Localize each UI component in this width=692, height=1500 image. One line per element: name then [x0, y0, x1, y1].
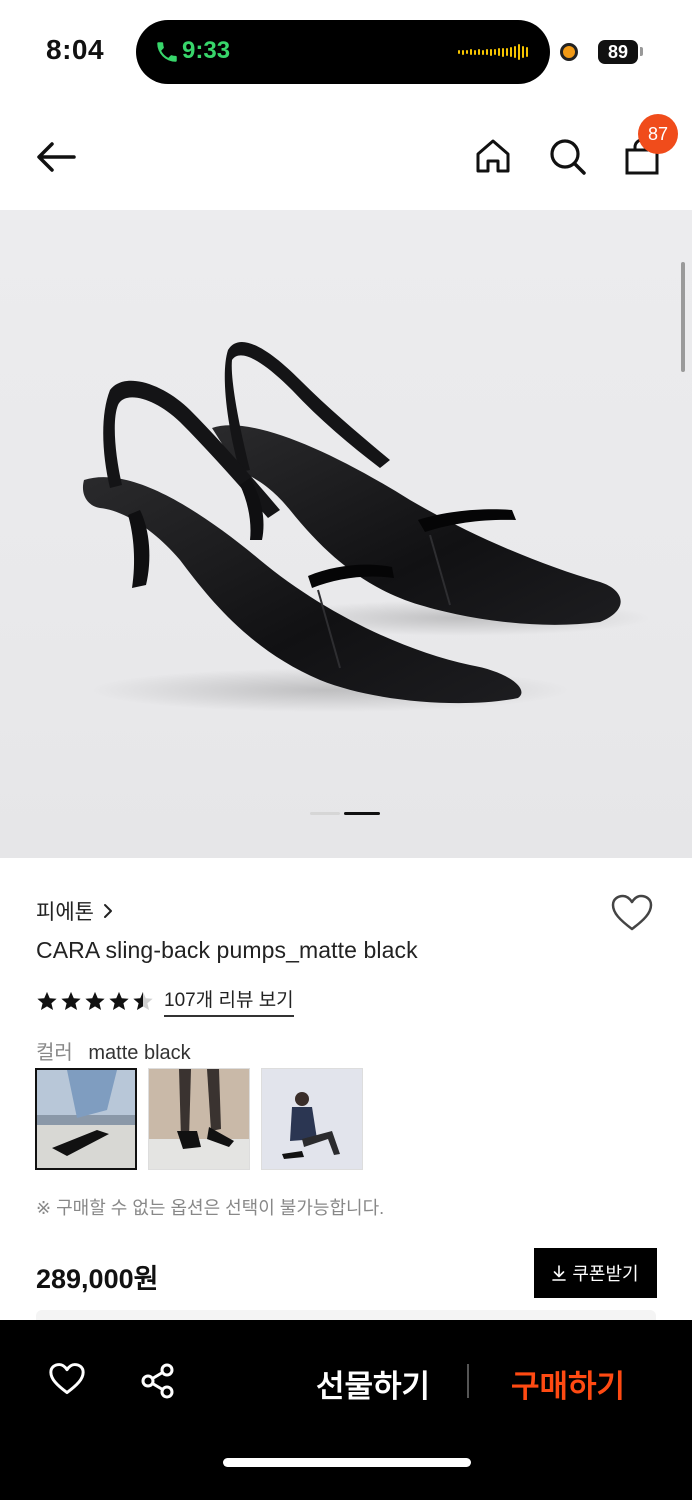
star-icon	[109, 991, 129, 1010]
call-duration: 9:33	[182, 37, 231, 64]
phone-icon	[157, 42, 177, 62]
color-thumbnails	[35, 1068, 363, 1170]
reviews-link[interactable]: 107개 리뷰 보기	[164, 985, 294, 1017]
price: 289,000원	[36, 1264, 159, 1294]
pager-dot-active[interactable]	[344, 812, 380, 815]
cart-count-badge: 87	[638, 114, 678, 154]
thumbnail-image	[149, 1069, 249, 1169]
status-time: 8:04	[46, 34, 105, 65]
color-value: matte black	[88, 1042, 191, 1064]
gift-button[interactable]: 선물하기	[316, 1361, 430, 1406]
share-icon[interactable]	[140, 1363, 176, 1399]
product-image	[82, 341, 650, 712]
pager-dot[interactable]	[310, 812, 340, 815]
buy-button[interactable]: 구매하기	[511, 1361, 625, 1406]
option-notice: ※ 구매할 수 없는 옵션은 선택이 불가능합니다.	[36, 1198, 385, 1218]
gallery-pager	[310, 812, 380, 815]
search-icon[interactable]	[548, 137, 588, 177]
top-navigation	[0, 100, 692, 210]
brand-link[interactable]: 피에톤	[36, 896, 114, 926]
star-icon	[61, 991, 81, 1010]
chevron-right-icon	[103, 904, 112, 918]
star-icon	[85, 991, 105, 1010]
thumbnail-image	[37, 1070, 135, 1168]
rating-row: 107개 리뷰 보기	[36, 985, 294, 1017]
battery-indicator: 89	[598, 40, 638, 64]
battery-tip	[640, 47, 643, 56]
brand-name: 피에톤	[36, 901, 94, 924]
star-half-icon	[133, 991, 153, 1010]
home-indicator[interactable]	[223, 1458, 471, 1467]
thumbnail-2[interactable]	[148, 1068, 250, 1170]
heart-icon[interactable]	[48, 1362, 86, 1396]
coupon-label: 쿠폰받기	[572, 1264, 639, 1284]
arrow-left-icon[interactable]	[34, 140, 78, 174]
bottom-action-bar: 선물하기 구매하기	[0, 1320, 692, 1500]
mic-indicator-icon	[560, 43, 578, 61]
color-option: 컬러 matte black	[36, 1036, 191, 1065]
divider	[467, 1364, 469, 1398]
download-icon	[552, 1265, 567, 1281]
scrollbar[interactable]	[681, 262, 685, 372]
thumbnail-1[interactable]	[35, 1068, 137, 1170]
product-title: CARA sling-back pumps_matte black	[36, 937, 418, 963]
audio-waveform-icon	[458, 42, 528, 62]
product-image-gallery[interactable]	[0, 210, 692, 858]
thumbnail-image	[262, 1069, 362, 1169]
thumbnail-3[interactable]	[261, 1068, 363, 1170]
coupon-button[interactable]: 쿠폰받기	[534, 1248, 657, 1298]
home-icon[interactable]	[474, 137, 512, 175]
dynamic-island[interactable]: 9:33	[136, 20, 550, 84]
star-icon	[37, 991, 57, 1010]
heart-icon[interactable]	[610, 893, 654, 933]
star-rating	[36, 990, 154, 1012]
color-label: 컬러	[36, 1042, 73, 1064]
status-bar: 8:04 9:33 89	[0, 0, 692, 100]
